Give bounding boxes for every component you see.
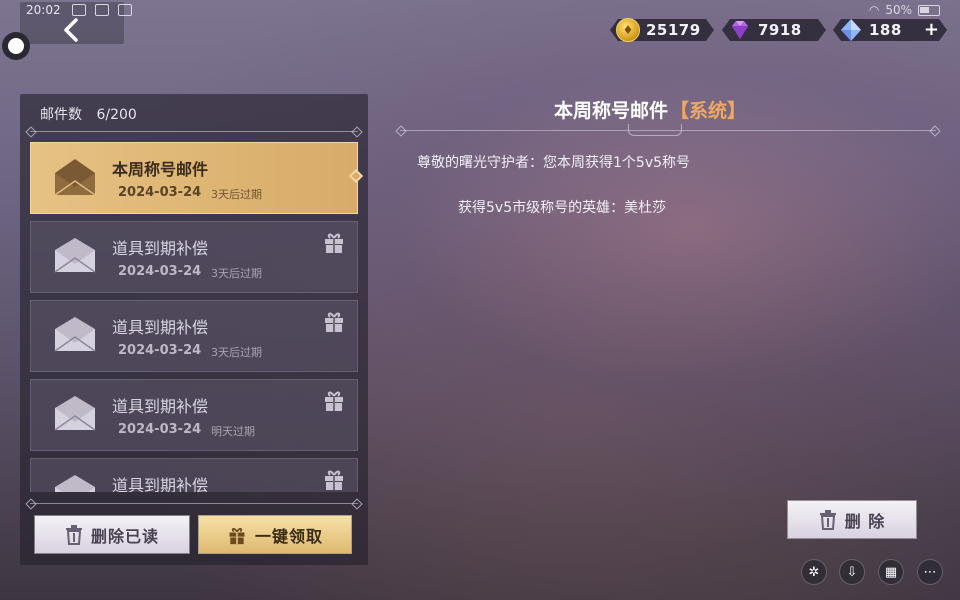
gift-icon	[325, 391, 343, 411]
mail-title: 道具到期补偿	[112, 397, 209, 416]
claim-all-label: 一键领取	[254, 526, 323, 546]
blue-crystal-icon	[841, 19, 861, 41]
gold-currency: 25179 ♦	[610, 17, 714, 43]
gift-icon	[229, 527, 245, 544]
download-icon: ⇩	[846, 564, 858, 580]
envelope-icon	[54, 396, 96, 431]
mail-title: 本周称号邮件	[112, 160, 209, 179]
mail-count: 邮件数 6/200	[40, 104, 137, 124]
mail-date: 2024-03-24	[118, 343, 202, 358]
mail-item[interactable]: 道具到期补偿 2024-03-24 明天过期	[30, 379, 358, 451]
more-tool-button[interactable]: ⋯	[917, 559, 943, 585]
more-icon: ⋯	[923, 564, 937, 580]
gift-icon	[325, 233, 343, 253]
mail-item[interactable]: 道具到期补偿 2024-03-24 3天后过期	[30, 300, 358, 372]
add-crystal-button[interactable]: +	[924, 17, 939, 43]
battery-text: 50%	[885, 3, 912, 17]
envelope-icon	[55, 475, 95, 492]
mail-item[interactable]: 道具到期补偿	[30, 458, 358, 492]
floating-assist-button[interactable]	[2, 32, 30, 60]
envelope-open-icon	[54, 159, 96, 196]
mail-expire: 3天后过期	[211, 188, 262, 201]
chevron-left-icon	[64, 18, 78, 42]
detail-line: 尊敬的曙光守护者：您本周获得1个5v5称号	[417, 155, 691, 171]
mail-date: 2024-03-24	[118, 422, 202, 437]
delete-label: 删 除	[844, 511, 886, 531]
mail-expire: 3天后过期	[211, 267, 262, 280]
divider-ornament	[628, 124, 682, 136]
mail-title: 道具到期补偿	[112, 239, 209, 258]
delete-read-button[interactable]: 删除已读	[35, 516, 189, 553]
mail-expire: 3天后过期	[211, 346, 262, 359]
battery-icon	[918, 4, 940, 16]
trash-icon	[819, 509, 836, 530]
mail-title: 道具到期补偿	[112, 318, 209, 337]
status-bar-right: ◠ 50%	[869, 3, 940, 17]
envelope-icon	[54, 317, 96, 352]
divider	[30, 503, 358, 504]
mail-detail-title: 本周称号邮件 【系统】	[554, 96, 746, 123]
envelope-icon	[54, 238, 96, 273]
mail-date: 2024-03-24	[118, 264, 202, 279]
mail-date: 2024-03-24	[118, 185, 202, 200]
mail-list-panel: 邮件数 6/200 本周称号邮件 2024-03-24 3天后过期 道具到期补偿…	[20, 94, 368, 565]
gift-icon	[325, 312, 343, 332]
grid-tool-button[interactable]: ▦	[878, 559, 904, 585]
mail-list[interactable]: 本周称号邮件 2024-03-24 3天后过期 道具到期补偿 2024-03-2…	[30, 142, 358, 492]
delete-read-label: 删除已读	[90, 526, 159, 546]
trash-icon	[65, 524, 82, 545]
back-button[interactable]	[56, 14, 86, 46]
wifi-icon: ◠	[868, 3, 880, 17]
sparkle-tool-button[interactable]: ✲	[801, 559, 827, 585]
mail-item[interactable]: 道具到期补偿 2024-03-24 3天后过期	[30, 221, 358, 293]
mail-count-label: 邮件数	[40, 107, 82, 123]
purple-diamond-icon	[732, 21, 748, 39]
mail-item-selected[interactable]: 本周称号邮件 2024-03-24 3天后过期	[30, 142, 358, 214]
claim-all-button[interactable]: 一键领取	[199, 516, 351, 553]
delete-button[interactable]: 删 除	[788, 501, 916, 538]
diamond-currency: 7918	[722, 17, 826, 43]
notification-icon	[118, 4, 132, 16]
detail-tag: 【系统】	[670, 100, 747, 122]
sparkle-icon: ✲	[808, 564, 820, 580]
mail-count-value: 6/200	[96, 107, 137, 123]
divider	[30, 131, 358, 132]
notification-icon	[95, 4, 109, 16]
crystal-currency: 188 +	[833, 17, 947, 43]
coin-icon: ♦	[616, 18, 640, 42]
detail-line: 获得5v5市级称号的英雄：美杜莎	[458, 200, 667, 216]
gift-icon	[325, 470, 343, 490]
mail-title: 道具到期补偿	[112, 476, 209, 492]
download-tool-button[interactable]: ⇩	[839, 559, 865, 585]
mail-expire: 明天过期	[211, 425, 255, 438]
grid-icon: ▦	[884, 564, 898, 580]
detail-title-text: 本周称号邮件	[554, 100, 669, 122]
